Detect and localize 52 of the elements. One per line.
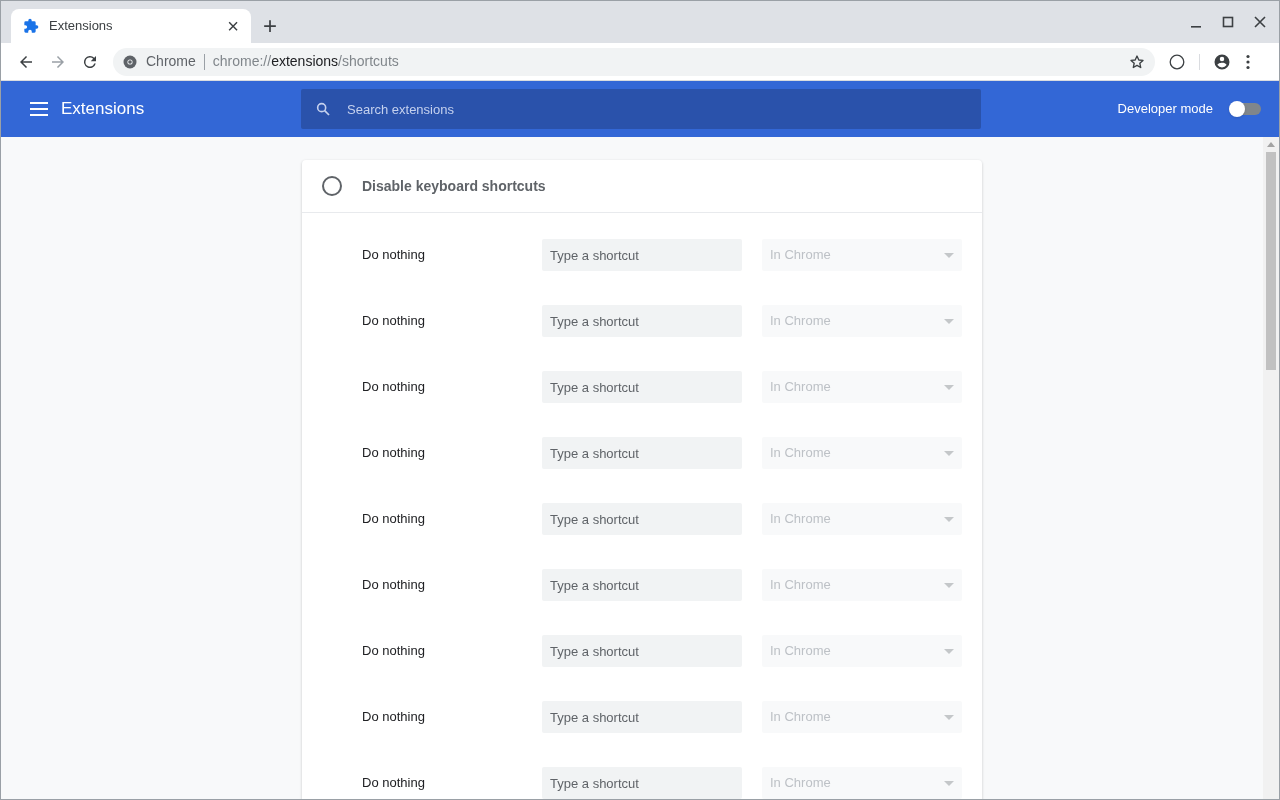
disable-shortcuts-label: Disable keyboard shortcuts — [362, 176, 546, 196]
puzzle-piece-icon — [23, 18, 39, 34]
caret-icon — [944, 648, 954, 654]
site-label: Chrome — [146, 52, 196, 71]
tab-title: Extensions — [49, 17, 114, 36]
command-label: Do nothing — [362, 708, 426, 726]
star-icon[interactable] — [1129, 53, 1145, 70]
scrollbar[interactable] — [1263, 137, 1279, 799]
close-icon[interactable] — [1253, 15, 1267, 29]
url-text: chrome://extensions/shortcuts — [212, 52, 399, 71]
page-title: Extensions — [61, 98, 146, 121]
command-label: Do nothing — [362, 312, 426, 330]
shortcut-field[interactable]: Type a shortcut — [542, 371, 742, 403]
shortcut-field[interactable]: Type a shortcut — [542, 701, 742, 733]
command-label: Do nothing — [362, 378, 426, 396]
caret-icon — [944, 582, 954, 588]
developer-mode-toggle[interactable] — [1229, 101, 1261, 117]
caret-icon — [944, 516, 954, 522]
extension-circle-icon[interactable] — [1169, 53, 1185, 70]
close-tab-button[interactable]: × — [227, 16, 239, 36]
search-icon — [315, 101, 331, 117]
address-bar[interactable]: Chrome chrome://extensions/shortcuts — [113, 47, 1155, 76]
caret-icon — [944, 714, 954, 720]
profile-icon[interactable] — [1213, 52, 1231, 71]
search-field[interactable]: Search extensions — [301, 89, 981, 129]
radio-button[interactable] — [322, 176, 342, 196]
shortcut-field[interactable]: Type a shortcut — [542, 635, 742, 667]
caret-icon — [944, 450, 954, 456]
command-label: Do nothing — [362, 444, 426, 462]
maximize-icon[interactable] — [1221, 15, 1235, 29]
shortcut-field[interactable]: Type a shortcut — [542, 569, 742, 601]
menu-icon[interactable] — [1246, 53, 1250, 70]
shortcut-field[interactable]: Type a shortcut — [542, 503, 742, 535]
command-label: Do nothing — [362, 510, 426, 528]
shortcut-field[interactable]: Type a shortcut — [542, 437, 742, 469]
command-label: Do nothing — [362, 246, 426, 264]
caret-icon — [944, 318, 954, 324]
shortcut-field[interactable]: Type a shortcut — [542, 239, 742, 271]
command-label: Do nothing — [362, 576, 426, 594]
caret-icon — [944, 780, 954, 786]
command-label: Do nothing — [362, 642, 426, 660]
caret-icon — [944, 384, 954, 390]
browser-tab[interactable]: Extensions × — [11, 9, 251, 43]
chrome-logo-icon — [123, 54, 137, 69]
caret-icon — [944, 252, 954, 258]
command-label: Do nothing — [362, 774, 426, 792]
shortcut-field[interactable]: Type a shortcut — [542, 767, 742, 799]
shortcut-field[interactable]: Type a shortcut — [542, 305, 742, 337]
developer-mode-label: Developer mode — [1117, 100, 1213, 119]
scrollbar-thumb[interactable] — [1266, 152, 1276, 370]
menu-icon[interactable] — [30, 102, 48, 116]
new-tab-button[interactable]: + — [253, 9, 287, 43]
